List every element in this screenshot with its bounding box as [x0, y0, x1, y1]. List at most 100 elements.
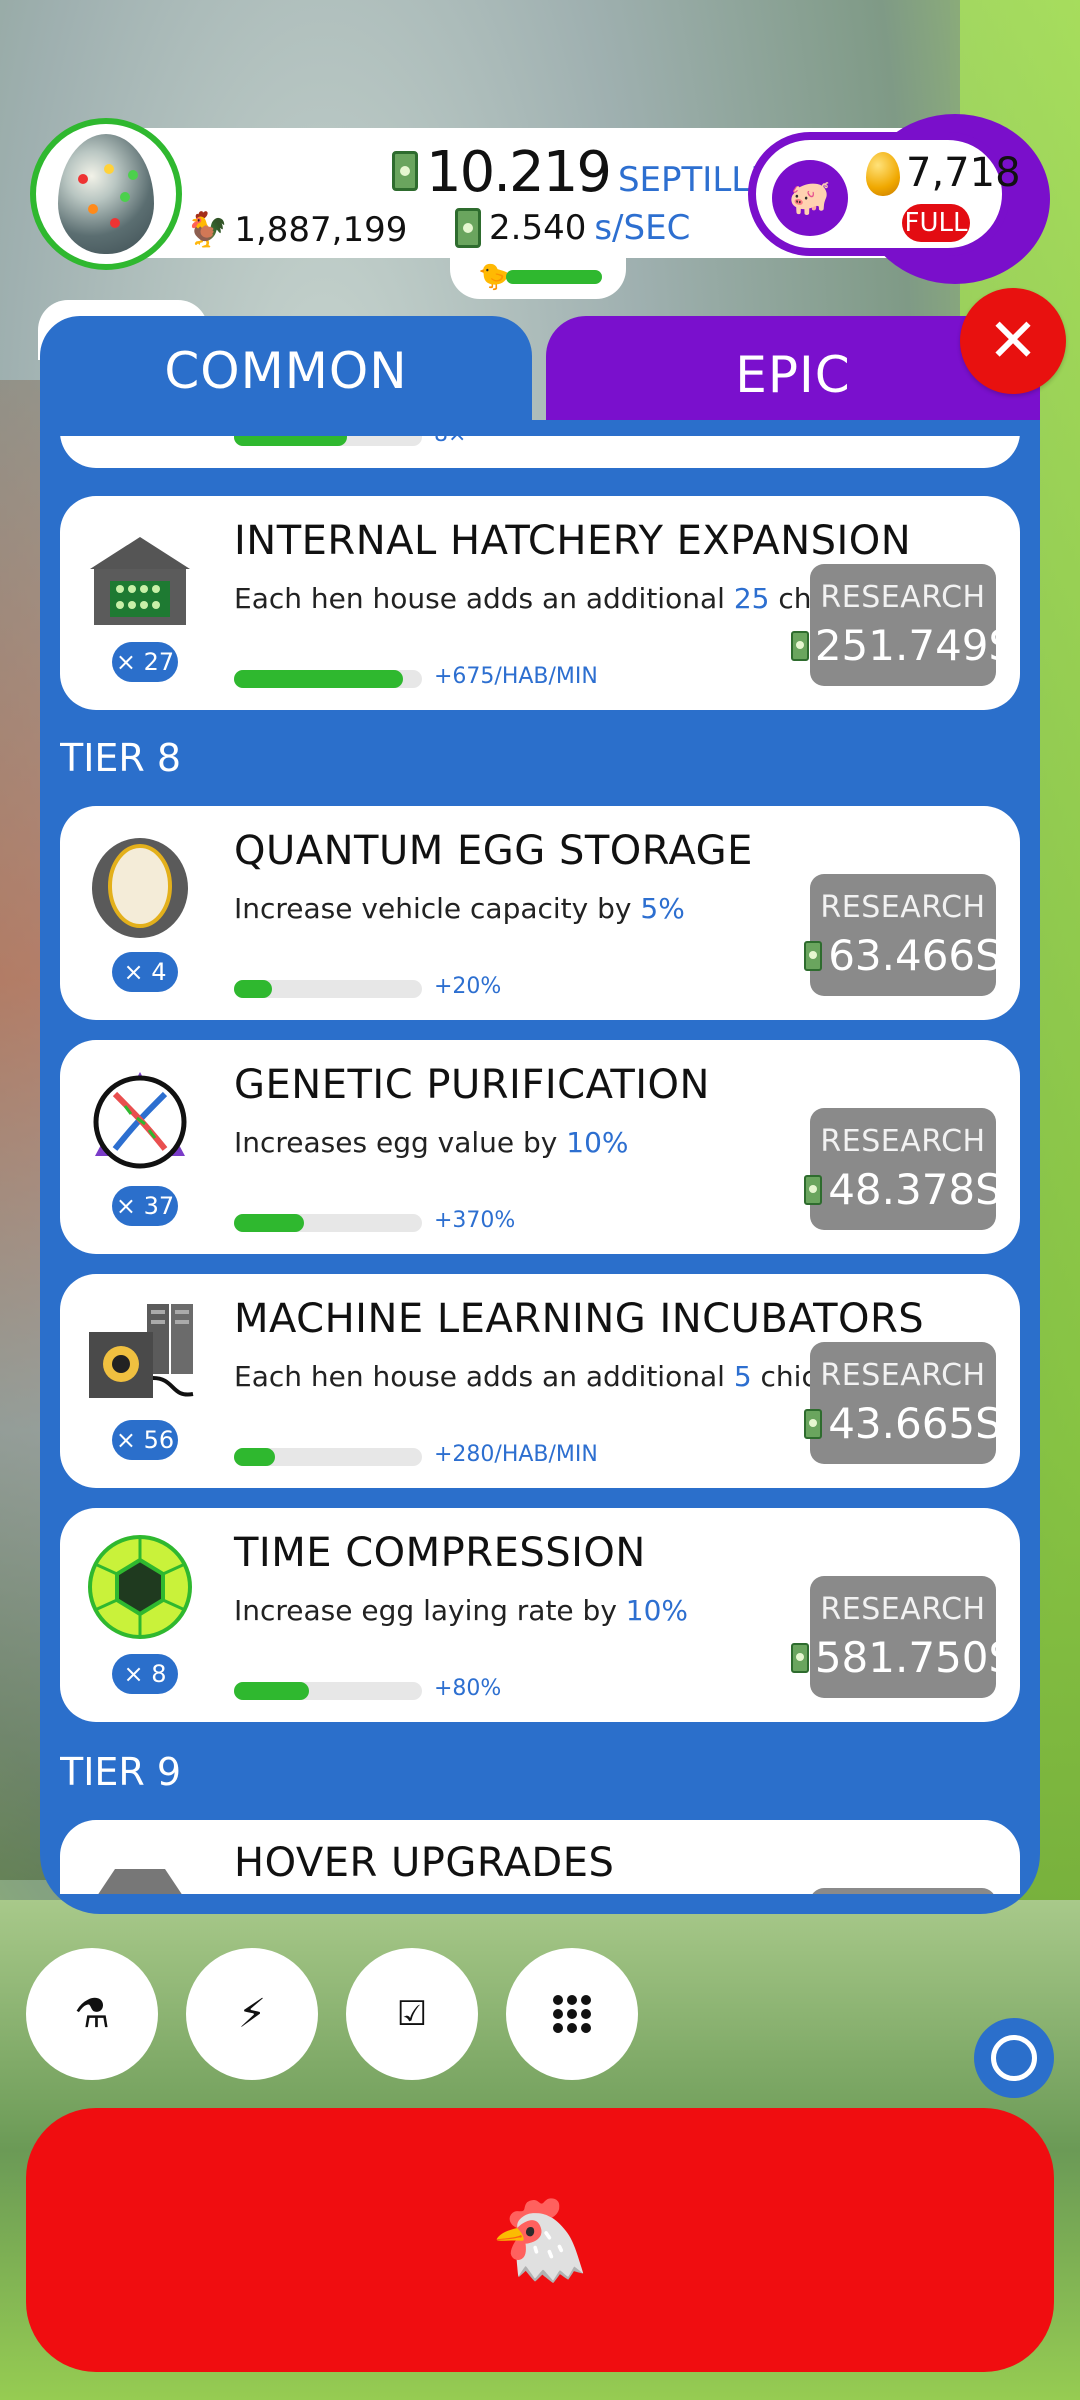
- research-progress-fill: [234, 670, 404, 688]
- cash-icon: [804, 1174, 823, 1205]
- cash-icon: [392, 151, 418, 191]
- menu-grid-button[interactable]: [506, 1948, 638, 2080]
- research-progress-track: [234, 980, 422, 998]
- piggy-full-badge: FULL: [902, 204, 970, 242]
- cash-icon: [455, 208, 481, 248]
- cash-icon: [790, 1642, 809, 1673]
- research-bonus-label: +280/HAB/MIN: [434, 1442, 598, 1467]
- time-compression-icon: [80, 1532, 200, 1642]
- research-card[interactable]: × 56 MACHINE LEARNING INCUBATORS Each he…: [60, 1274, 1020, 1488]
- research-button-label: RESEARCH: [820, 1124, 986, 1159]
- rate-unit: s/SEC: [594, 208, 691, 248]
- research-card[interactable]: × 27 INTERNAL HATCHERY EXPANSION Each he…: [60, 496, 1020, 710]
- research-card-partial[interactable]: HOVER UPGRADES: [60, 1820, 1020, 1894]
- research-card-partial[interactable]: 8×: [60, 436, 1020, 468]
- rate-value: 2.540: [489, 208, 587, 248]
- research-card[interactable]: × 8 TIME COMPRESSION Increase egg laying…: [60, 1508, 1020, 1722]
- research-progress-track: [234, 670, 422, 688]
- research-title: HOVER UPGRADES: [234, 1840, 615, 1886]
- dna-icon: [80, 1064, 200, 1174]
- research-progress-fill: [234, 436, 347, 446]
- research-title: MACHINE LEARNING INCUBATORS: [234, 1296, 925, 1342]
- hatch-progress-bar: [506, 270, 602, 284]
- research-button-label: RESEARCH: [820, 1358, 986, 1393]
- checklist-icon: ☑︎: [396, 1994, 428, 2034]
- tier-heading: TIER 8: [60, 736, 182, 780]
- research-button[interactable]: RESEARCH 48.378S: [804, 1108, 1002, 1230]
- research-bonus-label: +370%: [434, 1208, 516, 1233]
- research-progress-fill: [234, 980, 272, 998]
- boosts-button[interactable]: ⚡: [186, 1948, 318, 2080]
- grid-icon: [553, 1995, 591, 2033]
- chicken-icon: 🐔: [490, 2193, 590, 2286]
- hatchery-icon: [80, 524, 200, 634]
- lightning-icon: ⚡: [237, 1991, 267, 2037]
- incubator-icon: [80, 1298, 200, 1408]
- research-description: Increase vehicle capacity by 5%: [234, 892, 685, 925]
- research-progress-fill: [234, 1682, 310, 1700]
- research-progress-track: [234, 1448, 422, 1466]
- research-cost: 43.665S: [804, 1399, 1002, 1448]
- tier-heading: TIER 9: [60, 1750, 182, 1794]
- ring-button[interactable]: [974, 2018, 1054, 2098]
- research-list[interactable]: 8× × 27 INTERNAL HATCHERY EXPANSION Each…: [60, 436, 1020, 1894]
- research-title: GENETIC PURIFICATION: [234, 1062, 710, 1108]
- close-icon: ✕: [987, 306, 1039, 376]
- cash-icon: [804, 1408, 823, 1439]
- research-description: Increases egg value by 10%: [234, 1126, 629, 1159]
- research-bonus-label: 8×: [434, 436, 466, 447]
- research-bonus-label: +20%: [434, 974, 502, 999]
- rate-display: 2.540 s/SEC: [455, 208, 690, 248]
- research-menu-button[interactable]: ⚗: [26, 1948, 158, 2080]
- research-cost: 581.750S: [790, 1633, 1015, 1682]
- research-progress-track: [234, 1682, 422, 1700]
- research-progress-track: [234, 436, 422, 446]
- research-level-badge: × 56: [112, 1420, 178, 1460]
- research-button-label: RESEARCH: [820, 1592, 986, 1627]
- research-card[interactable]: × 37 GENETIC PURIFICATION Increases egg …: [60, 1040, 1020, 1254]
- research-description: Increase egg laying rate by 10%: [234, 1594, 689, 1627]
- piggy-bank-icon[interactable]: 🐖: [772, 160, 848, 236]
- research-card[interactable]: × 4 QUANTUM EGG STORAGE Increase vehicle…: [60, 806, 1020, 1020]
- egg-icon: [58, 134, 154, 254]
- research-cost: 251.749S: [790, 621, 1015, 670]
- research-button-label: RESEARCH: [820, 890, 986, 925]
- chicken-icon: 🐓: [186, 210, 229, 250]
- population-display: 🐓 1,887,199: [186, 210, 407, 250]
- quantum-egg-icon: [80, 830, 200, 940]
- missions-button[interactable]: ☑︎: [346, 1948, 478, 2080]
- cash-icon: [804, 940, 823, 971]
- golden-egg-count: 7,718: [906, 150, 1021, 196]
- cash-icon: [790, 630, 809, 661]
- golden-egg-icon: [866, 152, 900, 196]
- research-level-badge: × 37: [112, 1186, 178, 1226]
- flask-icon: ⚗: [74, 1991, 110, 2037]
- research-button-label: RESEARCH: [820, 580, 986, 615]
- research-button[interactable]: RESEARCH 581.750S: [790, 1576, 1015, 1698]
- egg-avatar-button[interactable]: [30, 118, 182, 270]
- money-value: 10.219: [426, 140, 612, 205]
- research-level-badge: × 8: [112, 1654, 178, 1694]
- research-cost: 63.466S: [804, 931, 1002, 980]
- research-level-badge: × 4: [112, 952, 178, 992]
- hover-upgrade-icon: [80, 1836, 200, 1894]
- research-progress-track: [234, 1214, 422, 1232]
- close-button[interactable]: ✕: [960, 288, 1066, 394]
- research-button[interactable]: RESEARCH 43.665S: [804, 1342, 1002, 1464]
- research-button[interactable]: RESEARCH 251.749S: [790, 564, 1015, 686]
- research-bonus-label: +675/HAB/MIN: [434, 664, 598, 689]
- research-progress-fill: [234, 1214, 304, 1232]
- tab-common[interactable]: COMMON: [40, 316, 532, 426]
- research-title: INTERNAL HATCHERY EXPANSION: [234, 518, 912, 564]
- ring-icon: [991, 2035, 1037, 2081]
- research-progress-fill: [234, 1448, 276, 1466]
- research-bonus-label: +80%: [434, 1676, 502, 1701]
- population-value: 1,887,199: [234, 210, 408, 250]
- research-button[interactable]: RESEARCH 63.466S: [804, 874, 1002, 996]
- research-button[interactable]: [810, 1888, 996, 1894]
- research-title: QUANTUM EGG STORAGE: [234, 828, 753, 874]
- research-title: TIME COMPRESSION: [234, 1530, 646, 1576]
- research-cost: 48.378S: [804, 1165, 1002, 1214]
- research-level-badge: × 27: [112, 642, 178, 682]
- hatch-chicken-button[interactable]: 🐔: [26, 2108, 1054, 2372]
